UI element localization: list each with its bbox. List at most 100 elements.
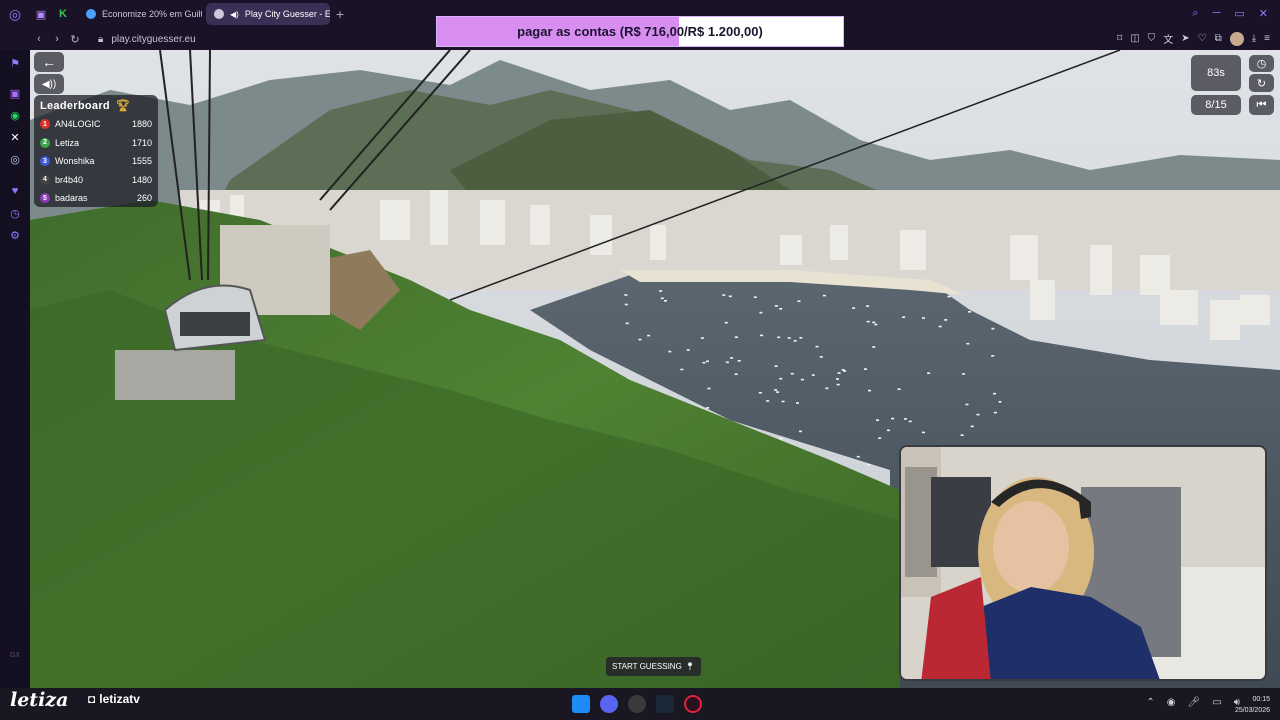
obs-app-icon[interactable] — [628, 695, 646, 713]
menu-icon[interactable]: ≡ — [1264, 33, 1270, 44]
leaderboard-row: 3 Wonshika 1555 — [40, 152, 152, 171]
boat — [897, 388, 901, 390]
boat — [796, 402, 799, 404]
x-icon[interactable]: ✕ — [8, 130, 22, 144]
pinned-kick-icon[interactable]: K — [52, 0, 74, 28]
translate-icon[interactable]: 文 — [1163, 31, 1173, 46]
boat — [702, 361, 706, 364]
download-icon[interactable]: ⤓ — [1252, 33, 1256, 44]
tab-label: Play City Guesser - Ex — [244, 9, 330, 19]
history-button[interactable]: ◷ — [1249, 55, 1274, 72]
history-icon[interactable]: ◷ — [8, 206, 22, 220]
boat — [811, 374, 815, 376]
steam-app-icon[interactable] — [656, 695, 674, 713]
leaderboard-list: 1 AN4LOGIC 1880 2 Letiza 1710 3 Wonshika 1555 4 br… — [40, 115, 152, 208]
opera-gx-app-icon[interactable] — [684, 695, 702, 713]
streamer-brand-logo: letiza — [10, 689, 69, 711]
boat — [753, 296, 757, 298]
back-icon[interactable]: ‹ — [30, 33, 48, 45]
reset-button[interactable]: ↻ — [1249, 74, 1274, 92]
round-text: 8/15 — [1205, 99, 1227, 111]
close-icon[interactable]: ✕ — [1259, 7, 1268, 20]
boat — [781, 400, 785, 403]
boat — [737, 360, 741, 362]
skip-back-button[interactable]: ⏮ — [1249, 95, 1274, 115]
tab-city-guesser[interactable]: ◀) Play City Guesser - Ex — [206, 3, 330, 25]
boat — [998, 401, 1002, 403]
send-icon[interactable]: ➤ — [1181, 33, 1189, 44]
microphone-icon[interactable]: 🎤︎ — [1188, 697, 1201, 708]
heart-icon[interactable]: ♡ — [1198, 33, 1207, 44]
display-icon[interactable]: ▭ — [1212, 697, 1221, 708]
boat — [872, 321, 876, 324]
leaderboard-row: 5 badaras 260 — [40, 189, 152, 208]
boat — [668, 350, 672, 353]
opera-gx-logo-icon[interactable]: ◎ — [0, 0, 30, 28]
clock-icon: ◷ — [1256, 58, 1267, 70]
boat — [966, 342, 970, 345]
boat — [970, 425, 974, 428]
whatsapp-icon[interactable]: ◉ — [8, 108, 22, 122]
boat — [965, 403, 969, 406]
boat — [799, 337, 803, 339]
boat — [758, 392, 762, 394]
new-tab-button[interactable]: + — [330, 6, 350, 22]
security-icon[interactable]: ◉ — [1167, 697, 1176, 708]
settings-icon[interactable]: ⚙ — [8, 228, 22, 242]
boat — [660, 297, 664, 300]
donation-goal-bar: pagar as contas (R$ 716,00/R$ 1.200,00) — [436, 16, 844, 47]
boat — [837, 372, 841, 374]
extensions-icon[interactable]: ⧉ — [1215, 33, 1222, 44]
gx-icon[interactable]: GX — [8, 648, 22, 662]
trophy-icon: 🏆︎ — [115, 100, 131, 112]
boat — [856, 455, 860, 458]
boat — [787, 337, 791, 339]
minimize-icon[interactable]: ─ — [1213, 7, 1221, 20]
system-tray: ⌃ ◉ 🎤︎ ▭ 🔊︎ — [1146, 697, 1240, 708]
arrow-left-icon: ← — [42, 54, 56, 70]
snapshot-icon[interactable]: ◫ — [1130, 33, 1139, 44]
boat — [903, 418, 907, 420]
maximize-icon[interactable]: ▭ — [1234, 7, 1244, 20]
tab-economize[interactable]: Economize 20% em Guilty — [78, 3, 202, 25]
chevron-up-icon[interactable]: ⌃ — [1146, 697, 1154, 708]
discord-icon[interactable]: ◎ — [8, 152, 22, 166]
pinned-twitch-icon[interactable]: ▣ — [30, 0, 52, 28]
reload-icon[interactable]: ↻ — [66, 33, 84, 46]
taskbar-clock[interactable]: 00:15 25/03/2026 — [1235, 694, 1270, 716]
instagram-handle: ◘ letizatv — [88, 692, 140, 706]
refresh-icon: ↻ — [1256, 77, 1267, 90]
player-score: 1555 — [131, 156, 152, 167]
boat — [852, 307, 856, 309]
twitch-icon[interactable]: ▣ — [8, 86, 22, 100]
boat — [868, 389, 871, 392]
gx-control-icon[interactable]: ⚑ — [8, 56, 22, 70]
url-field[interactable]: 🔒︎ play.cityguesser.eu — [98, 34, 196, 45]
profile-avatar[interactable] — [1229, 31, 1244, 46]
windows-start-icon[interactable] — [572, 695, 590, 713]
boat — [962, 373, 966, 375]
boat — [921, 431, 925, 434]
shield-icon[interactable]: ⛉ — [1148, 33, 1156, 44]
boat — [728, 295, 732, 298]
boat — [706, 360, 709, 363]
boat — [647, 334, 651, 337]
back-button[interactable]: ← — [34, 52, 64, 72]
search-icon[interactable]: ⌕ — [1192, 7, 1198, 20]
discord-app-icon[interactable] — [600, 695, 618, 713]
bookmark-icon[interactable]: ⌑ — [1117, 33, 1122, 44]
boat — [815, 345, 819, 348]
boat — [734, 336, 738, 338]
start-guessing-button[interactable]: START GUESSING 📍︎ — [606, 657, 701, 676]
boat — [793, 340, 797, 342]
rank-badge: 2 — [40, 137, 50, 148]
boat — [822, 294, 826, 297]
heart-icon[interactable]: ♥ — [8, 184, 22, 198]
sound-button[interactable]: ◀)) — [34, 74, 64, 94]
boat — [878, 437, 882, 439]
globe-icon — [214, 9, 224, 19]
boat — [976, 413, 980, 416]
forward-icon[interactable]: › — [48, 33, 66, 45]
boat — [836, 378, 839, 380]
boat — [790, 372, 794, 375]
